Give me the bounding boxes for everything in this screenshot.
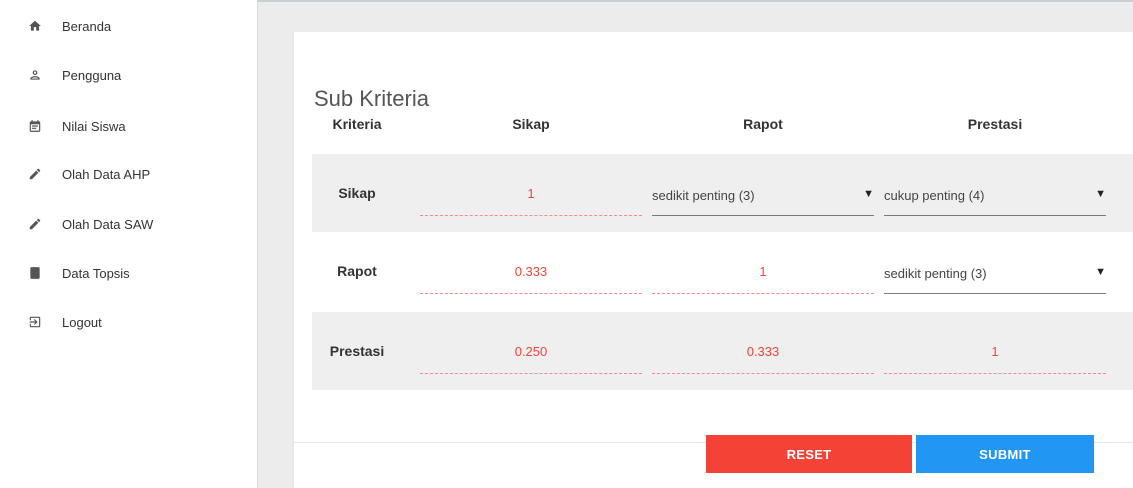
reset-button[interactable]: RESET [706, 435, 912, 473]
logout-icon [28, 315, 42, 329]
value-field[interactable]: 1 [884, 334, 1106, 374]
importance-select[interactable]: cukup penting (4) ▼ [884, 176, 1106, 216]
sidebar-item-beranda[interactable]: Beranda [0, 11, 257, 41]
value-text: 1 [759, 264, 767, 279]
sidebar-item-olah-data-ahp[interactable]: Olah Data AHP [0, 159, 257, 189]
value-field[interactable]: 0.333 [420, 254, 642, 294]
book-icon [28, 266, 42, 280]
calendar-icon [28, 119, 42, 133]
dropdown-arrow-icon: ▼ [1095, 266, 1106, 278]
value-text: 1 [527, 186, 535, 201]
sidebar-item-pengguna[interactable]: Pengguna [0, 60, 257, 90]
header-rapot: Rapot [743, 116, 783, 132]
dropdown-arrow-icon: ▼ [1095, 188, 1106, 200]
row-label: Prestasi [329, 343, 385, 359]
row-label: Rapot [337, 263, 377, 279]
value-text: 0.333 [514, 264, 548, 279]
sidebar-item-label: Nilai Siswa [62, 118, 126, 134]
sidebar-item-label: Data Topsis [62, 265, 130, 281]
app: Beranda Pengguna Nilai Siswa Olah Data A… [0, 0, 1133, 488]
table-row: Prestasi 0.250 0.333 1 [312, 312, 1133, 390]
row-label: Sikap [338, 185, 376, 201]
value-field[interactable]: 0.333 [652, 334, 874, 374]
importance-select[interactable]: sedikit penting (3) ▼ [884, 254, 1106, 294]
pencil-icon [28, 217, 42, 231]
value-field[interactable]: 1 [420, 176, 642, 216]
sidebar-item-data-topsis[interactable]: Data Topsis [0, 258, 257, 288]
header-kriteria: Kriteria [332, 116, 382, 132]
sidebar-item-label: Olah Data SAW [62, 216, 154, 232]
dropdown-arrow-icon: ▼ [863, 188, 874, 200]
sidebar-item-label: Pengguna [62, 67, 122, 83]
table-row: Sikap 1 sedikit penting (3) ▼ cukup pent… [312, 154, 1133, 232]
value-field[interactable]: 1 [652, 254, 874, 294]
page-title: Sub Kriteria [314, 86, 429, 112]
sidebar-item-olah-data-saw[interactable]: Olah Data SAW [0, 209, 257, 239]
select-value: sedikit penting (3) [652, 188, 755, 203]
sidebar-item-logout[interactable]: Logout [0, 307, 257, 337]
header-prestasi: Prestasi [967, 116, 1023, 132]
sidebar-item-label: Logout [62, 314, 102, 330]
importance-select[interactable]: sedikit penting (3) ▼ [652, 176, 874, 216]
sidebar-item-nilai-siswa[interactable]: Nilai Siswa [0, 111, 257, 141]
header-sikap: Sikap [512, 116, 550, 132]
table-row: Rapot 0.333 1 sedikit penting (3) ▼ [312, 232, 1133, 310]
submit-button[interactable]: SUBMIT [916, 435, 1094, 473]
sub-kriteria-card: Sub Kriteria Kriteria Sikap Rapot Presta… [294, 32, 1133, 488]
select-value: cukup penting (4) [884, 188, 985, 203]
home-icon [28, 19, 42, 33]
value-text: 1 [991, 344, 999, 359]
sidebar: Beranda Pengguna Nilai Siswa Olah Data A… [0, 0, 257, 488]
user-icon [28, 68, 42, 82]
pencil-icon [28, 167, 42, 181]
value-field[interactable]: 0.250 [420, 334, 642, 374]
value-text: 0.333 [746, 344, 780, 359]
table-header: Kriteria Sikap Rapot Prestasi [294, 116, 1133, 148]
sidebar-item-label: Beranda [62, 18, 112, 34]
sidebar-item-label: Olah Data AHP [62, 166, 151, 182]
main-content: Sub Kriteria Kriteria Sikap Rapot Presta… [257, 0, 1133, 488]
select-value: sedikit penting (3) [884, 266, 987, 281]
value-text: 0.250 [514, 344, 548, 359]
